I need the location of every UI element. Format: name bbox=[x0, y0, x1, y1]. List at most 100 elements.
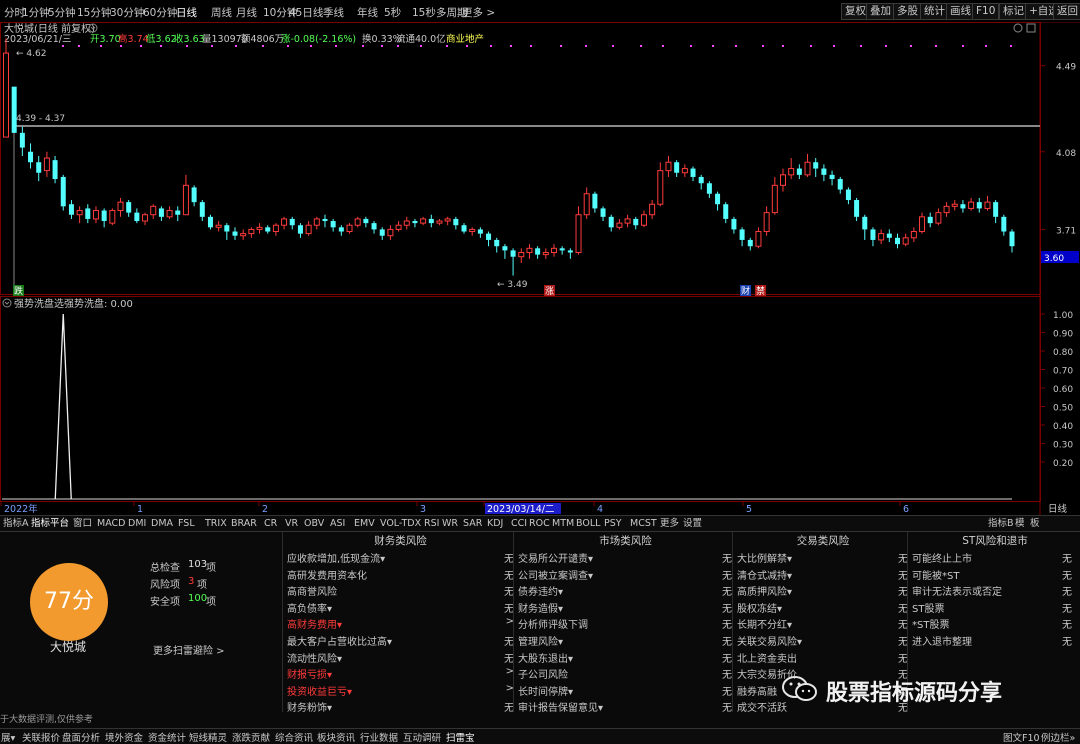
bottom-tab-5[interactable]: 短线精灵 bbox=[189, 730, 227, 744]
period-tab-4[interactable]: 30分钟 bbox=[110, 5, 144, 20]
tag-cai[interactable]: 财 bbox=[740, 285, 751, 297]
period-tab-10[interactable]: 45日线 bbox=[289, 5, 323, 20]
indicator-tab-4[interactable]: DMI bbox=[128, 517, 146, 530]
period-tab-16[interactable]: 更多 > bbox=[462, 5, 495, 20]
toolbar-button-8[interactable]: 返回 bbox=[1053, 3, 1080, 20]
indicator-tab-10[interactable]: VR bbox=[285, 517, 298, 530]
indicator-tab-5[interactable]: DMA bbox=[151, 517, 173, 530]
period-tab-7[interactable]: 周线 bbox=[211, 5, 232, 20]
period-tab-6[interactable]: 日线 bbox=[176, 5, 197, 20]
risk-item[interactable]: 子公司风险 bbox=[518, 666, 568, 681]
risk-item[interactable]: 可能终止上市 bbox=[912, 550, 972, 565]
risk-item[interactable]: 高商誉风险 bbox=[287, 583, 337, 598]
indicator-tab-25[interactable]: 更多 bbox=[660, 517, 679, 530]
indicator-tab-17[interactable]: SAR bbox=[463, 517, 482, 530]
indicator-tab-7[interactable]: TRIX bbox=[205, 517, 227, 530]
risk-item[interactable]: 最大客户占营收比过高▾ bbox=[287, 633, 392, 648]
indicator-tab-22[interactable]: BOLL bbox=[576, 517, 600, 530]
indicator-tab-24[interactable]: MCST bbox=[630, 517, 657, 530]
bottom-tab-1[interactable]: 关联报价 bbox=[22, 730, 60, 744]
risk-item[interactable]: 财报亏损▾ bbox=[287, 666, 332, 681]
window-controls[interactable] bbox=[1013, 23, 1036, 33]
indicator-tab-15[interactable]: RSI bbox=[424, 517, 439, 530]
indicator-tab-20[interactable]: ROC bbox=[529, 517, 550, 530]
bottom-tab-2[interactable]: 盘面分析 bbox=[62, 730, 100, 744]
toolbar-button-5[interactable]: F10 bbox=[972, 3, 1000, 20]
risk-item[interactable]: 交易所公开谴责▾ bbox=[518, 550, 593, 565]
period-tab-12[interactable]: 年线 bbox=[357, 5, 378, 20]
risk-item[interactable]: 进入退市整理 bbox=[912, 633, 972, 648]
risk-item[interactable]: 债券违约▾ bbox=[518, 583, 563, 598]
risk-item[interactable]: 可能被*ST bbox=[912, 567, 959, 582]
risk-item[interactable]: 管理风险▾ bbox=[518, 633, 563, 648]
toolbar-button-6[interactable]: 标记 bbox=[999, 3, 1028, 20]
tag-die[interactable]: 跌 bbox=[13, 285, 24, 297]
risk-item[interactable]: 高负债率▾ bbox=[287, 600, 332, 615]
indicator-tab-8[interactable]: BRAR bbox=[231, 517, 257, 530]
bottom-tab-0[interactable]: 展▾ bbox=[1, 730, 15, 744]
toolbar-button-2[interactable]: 多股 bbox=[893, 3, 922, 20]
indicator-tab-right-0[interactable]: 指标B bbox=[988, 517, 1014, 530]
bottom-tab-3[interactable]: 境外资金 bbox=[105, 730, 143, 744]
indicator-tab-11[interactable]: OBV bbox=[304, 517, 324, 530]
risk-item[interactable]: 融券高融 bbox=[737, 683, 777, 698]
bottom-tab-11[interactable]: 扫雷宝 bbox=[446, 730, 475, 744]
risk-item[interactable]: 北上资金卖出 bbox=[737, 650, 797, 665]
risk-item[interactable]: 大股东退出▾ bbox=[518, 650, 573, 665]
toolbar-button-1[interactable]: 叠加 bbox=[866, 3, 895, 20]
indicator-tab-right-2[interactable]: 板 bbox=[1030, 517, 1040, 530]
period-tab-11[interactable]: 季线 bbox=[323, 5, 344, 20]
bottom-tab-10[interactable]: 互动调研 bbox=[403, 730, 441, 744]
tag-zhang[interactable]: 涨 bbox=[544, 285, 555, 297]
indicator-tab-1[interactable]: 指标平台 bbox=[31, 517, 69, 530]
period-tab-2[interactable]: 5分钟 bbox=[48, 5, 76, 20]
bottom-tab-4[interactable]: 资金统计 bbox=[148, 730, 186, 744]
indicator-tab-19[interactable]: CCI bbox=[511, 517, 527, 530]
risk-item[interactable]: 长时间停牌▾ bbox=[518, 683, 573, 698]
indicator-tab-23[interactable]: PSY bbox=[604, 517, 622, 530]
risk-item[interactable]: 审计无法表示或否定 bbox=[912, 583, 1002, 598]
risk-item[interactable]: 财务造假▾ bbox=[518, 600, 563, 615]
indicator-tab-18[interactable]: KDJ bbox=[487, 517, 503, 530]
toolbar-button-4[interactable]: 画线 bbox=[946, 3, 975, 20]
bottom-tab-6[interactable]: 涨跌贡献 bbox=[232, 730, 270, 744]
indicator-collapse-icon[interactable] bbox=[2, 298, 12, 308]
period-tab-13[interactable]: 5秒 bbox=[384, 5, 401, 20]
bottom-tab-7[interactable]: 综合资讯 bbox=[275, 730, 313, 744]
more-scan-link[interactable]: 更多扫雷避险 > bbox=[153, 642, 225, 657]
indicator-tab-2[interactable]: 窗口 bbox=[73, 517, 92, 530]
risk-item[interactable]: ST股票 bbox=[912, 600, 944, 615]
indicator-tab-6[interactable]: FSL bbox=[178, 517, 195, 530]
indicator-tab-12[interactable]: ASI bbox=[330, 517, 345, 530]
indicator-tab-9[interactable]: CR bbox=[264, 517, 277, 530]
kline-chart[interactable]: 大悦城(日线 前复权) 2023/06/21/三 开3.70高3.74低3.62收… bbox=[0, 22, 1080, 515]
period-tab-8[interactable]: 月线 bbox=[236, 5, 257, 20]
indicator-tab-21[interactable]: MTM bbox=[552, 517, 574, 530]
indicator-tab-0[interactable]: 指标A bbox=[3, 517, 29, 530]
bottom-right-tab-0[interactable]: 图文F10 bbox=[1003, 730, 1040, 744]
indicator-tab-26[interactable]: 设置 bbox=[683, 517, 702, 530]
risk-item[interactable]: 投资收益巨亏▾ bbox=[287, 683, 352, 698]
indicator-tab-16[interactable]: WR bbox=[442, 517, 458, 530]
bottom-right-tab-1[interactable]: 例边栏» bbox=[1041, 730, 1075, 744]
risk-item[interactable]: 股权冻结▾ bbox=[737, 600, 782, 615]
period-tab-1[interactable]: 1分钟 bbox=[22, 5, 50, 20]
risk-item[interactable]: 高研发费用资本化 bbox=[287, 567, 367, 582]
risk-item[interactable]: 应收款增加,低现金流▾ bbox=[287, 550, 385, 565]
indicator-tab-14[interactable]: VOL-TDX bbox=[380, 517, 421, 530]
bottom-tab-8[interactable]: 板块资讯 bbox=[317, 730, 355, 744]
risk-item[interactable]: *ST股票 bbox=[912, 616, 949, 631]
toolbar-button-3[interactable]: 统计 bbox=[920, 3, 949, 20]
risk-item[interactable]: 大比例解禁▾ bbox=[737, 550, 792, 565]
tag-ban[interactable]: 禁 bbox=[755, 285, 766, 297]
indicator-tab-right-1[interactable]: 模 bbox=[1015, 517, 1025, 530]
risk-item[interactable]: 财务粉饰▾ bbox=[287, 699, 332, 714]
period-tab-5[interactable]: 60分钟 bbox=[143, 5, 177, 20]
risk-item[interactable]: 关联交易风险▾ bbox=[737, 633, 802, 648]
risk-item[interactable]: 分析师评级下调 bbox=[518, 616, 588, 631]
bottom-tab-9[interactable]: 行业数据 bbox=[360, 730, 398, 744]
risk-item[interactable]: 清仓式减持▾ bbox=[737, 567, 792, 582]
indicator-tab-13[interactable]: EMV bbox=[354, 517, 375, 530]
period-tab-14[interactable]: 15秒 bbox=[412, 5, 436, 20]
indicator-tab-3[interactable]: MACD bbox=[97, 517, 125, 530]
